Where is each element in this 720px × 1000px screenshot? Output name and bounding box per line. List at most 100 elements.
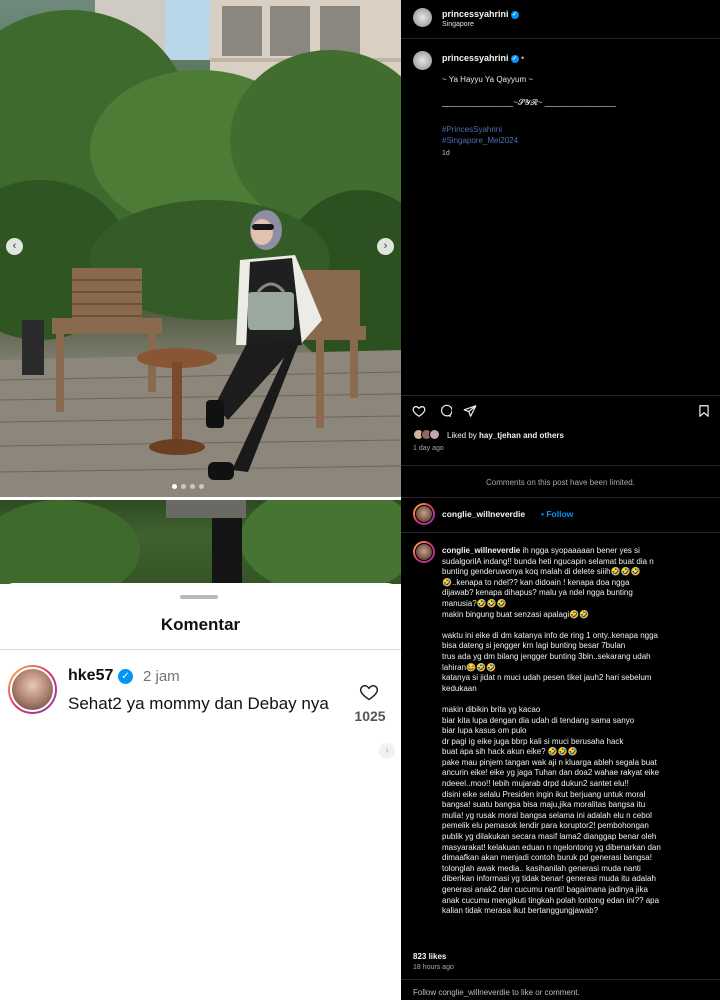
comment-icon[interactable] xyxy=(438,404,452,418)
commenter-username[interactable]: conglie_willneverdie xyxy=(442,509,525,519)
follow-button[interactable]: • Follow xyxy=(541,509,573,519)
heart-icon[interactable] xyxy=(359,682,379,702)
previous-photo-button[interactable]: ‹ xyxy=(6,238,23,255)
comment-username[interactable]: hke57 xyxy=(68,667,113,685)
comment-text: trus ada yg dm bilang jengger bunting 3b… xyxy=(442,651,651,661)
comment-text: publik yg dilakukan secara masif lama2 d… xyxy=(442,832,657,842)
chevron-right-icon[interactable]: › xyxy=(379,743,395,759)
divider xyxy=(401,395,720,396)
comment-line: waktu ini eike di dm katanya info de rin… xyxy=(442,631,712,642)
comment-text: biar kita lupa dengan dia udah di tendan… xyxy=(442,715,635,725)
follow-to-comment-prompt[interactable]: Follow conglie_willneverdie to like or c… xyxy=(413,988,580,997)
chevron-right-icon: › xyxy=(383,240,388,252)
divider xyxy=(401,497,720,498)
comment-line: dijawab? kenapa dihapus? malu ya ndel ng… xyxy=(442,588,712,599)
liked-by-text[interactable]: Liked by hay_tjehan and others xyxy=(447,431,564,440)
caption-username[interactable]: princessyahrini ✓ • xyxy=(442,53,524,63)
comment-line: manusia?🤣🤣🤣 xyxy=(442,599,712,610)
carousel-dot xyxy=(190,484,195,489)
caption-line: ~ Ya Hayyu Ya Qayyum ~ xyxy=(442,75,534,84)
comment-line: tolonglah awak media.. kasihanilah gener… xyxy=(442,864,712,875)
hashtag-link[interactable]: #Singapore_Mei2024 xyxy=(442,136,518,145)
follow-label[interactable]: Follow xyxy=(546,509,573,519)
separator-dot: • xyxy=(521,53,525,63)
avatar[interactable] xyxy=(413,541,435,563)
comment-body: conglie_willneverdie ih ngga syopaaaaan … xyxy=(442,546,712,917)
comment-text: biar lupa kasus om pulo xyxy=(442,726,527,736)
post-detail-panel: princessyahrini ✓ Singapore princessyahri… xyxy=(401,0,720,1000)
caption-age: 1d xyxy=(442,150,450,157)
comment-like-count: 1025 xyxy=(354,708,386,724)
avatar[interactable] xyxy=(413,503,435,525)
comment-text: manusia?🤣🤣🤣 xyxy=(442,598,507,608)
comment-gap xyxy=(442,694,712,705)
username-text[interactable]: princessyahrini xyxy=(442,9,509,19)
avatar[interactable] xyxy=(8,665,57,714)
separator-dot: • xyxy=(541,509,544,519)
comment-line: biar kita lupa dengan dia udah di tendan… xyxy=(442,716,712,727)
comment-text: dimaafkan akan menjadi contoh buruk pd g… xyxy=(442,853,652,863)
post-photo[interactable]: ‹ › xyxy=(0,0,401,497)
comment-text: dijawab? kenapa dihapus? malu ya ndel ng… xyxy=(442,588,633,598)
comment-line: conglie_willneverdie ih ngga syopaaaaan … xyxy=(442,546,712,557)
comment-line: biar lupa kasus om pulo xyxy=(442,726,712,737)
comment-age: 18 hours ago xyxy=(413,964,454,971)
comment-text: katanya si jidat n muci udah pesen tiket… xyxy=(442,673,652,683)
photo-scene xyxy=(0,0,401,497)
comment-username[interactable]: conglie_willneverdie xyxy=(442,546,520,555)
sheet-drag-handle[interactable] xyxy=(180,595,218,599)
liked-by-suffix[interactable]: and others xyxy=(523,431,564,440)
comment-line: pake mau pinjem tangan wak aji n kluarga… xyxy=(442,758,712,769)
comment-gap xyxy=(442,620,712,631)
comment-line: bunting genderuwonya koq malah di delete… xyxy=(442,567,712,578)
comment-text: ndeeel..moo!! lebih mujarab drpd dukun2 … xyxy=(442,779,629,789)
comment-line: publik yg dilakukan secara masif lama2 d… xyxy=(442,832,712,843)
comment-line: bangsa! suatu bangsa bisa maju,jika mora… xyxy=(442,800,712,811)
comment-text: sudalgorilA indang!! bunda heti ngucapin… xyxy=(442,556,654,566)
comment-line: trus ada yg dm bilang jengger bunting 3b… xyxy=(442,652,712,663)
avatar[interactable] xyxy=(413,51,432,70)
comment-text: waktu ini eike di dm katanya info de rin… xyxy=(442,630,658,640)
verified-icon: ✓ xyxy=(510,10,519,19)
liked-by-user[interactable]: hay_tjehan xyxy=(479,431,521,440)
share-icon[interactable] xyxy=(463,404,477,418)
heart-icon[interactable] xyxy=(412,404,426,418)
post-location[interactable]: Singapore xyxy=(442,21,474,28)
comment-line: ndeeel..moo!! lebih mujarab drpd dukun2 … xyxy=(442,779,712,790)
comments-sheet: Komentar hke57 ✓ 2 jam Sehat2 ya mommy d… xyxy=(0,583,401,1000)
comment-line: sudalgorilA indang!! bunda heti ngucapin… xyxy=(442,557,712,568)
comment-line: mulia! yg rusak moral bangsa selama ini … xyxy=(442,811,712,822)
liked-by-prefix: Liked by xyxy=(447,431,477,440)
comment-line: anak cucumu mengikuti tingkah polah lont… xyxy=(442,896,712,907)
post-author-username[interactable]: princessyahrini ✓ xyxy=(442,9,519,19)
divider xyxy=(401,979,720,980)
bookmark-icon[interactable] xyxy=(697,404,711,418)
comment-text: diberikan informasi yg tidak benar! gene… xyxy=(442,874,656,884)
comment-line: generasi anak2 dan cucumu nanti! bagaima… xyxy=(442,885,712,896)
comment-line: 🤣..kenapa to ndel?? kan didoain ! kenapa… xyxy=(442,578,712,589)
second-photo-preview xyxy=(0,500,401,584)
like-count[interactable]: 823 likes xyxy=(413,952,446,961)
comment-line: makin bingung buat senzasi apalagi🤣🤣 xyxy=(442,610,712,621)
comment-line: makin dibikin brita yg kacao xyxy=(442,705,712,716)
next-photo-button[interactable]: › xyxy=(377,238,394,255)
comment-text: makin dibikin brita yg kacao xyxy=(442,704,541,714)
comment-text: ancurin eike! eike yg jaga Tuhan dan doa… xyxy=(442,768,660,778)
comment-text: tolonglah awak media.. kasihanilah gener… xyxy=(442,863,641,873)
avatar[interactable] xyxy=(429,429,440,440)
sheet-title: Komentar xyxy=(160,615,241,634)
comment-text: disini eike selalu Presiden ingin ikut b… xyxy=(442,789,646,799)
hashtag-link[interactable]: #PrincesSyahrini xyxy=(442,125,502,134)
carousel-dot xyxy=(199,484,204,489)
username-text[interactable]: princessyahrini xyxy=(442,53,509,63)
divider xyxy=(401,532,720,533)
avatar[interactable] xyxy=(413,8,432,27)
comment-text: kedukaan xyxy=(442,683,477,693)
comment-line: dimaafkan akan menjadi contoh buruk pd g… xyxy=(442,853,712,864)
comment-line: masyarakat! kelakuan eduan n ngelontong … xyxy=(442,843,712,854)
comment-line: buat apa sih hack akun eike? 🤣🤣🤣 xyxy=(442,747,712,758)
comments-limited-notice: Comments on this post have been limited. xyxy=(486,478,635,487)
chevron-left-icon: ‹ xyxy=(12,240,17,252)
comment-text: anak cucumu mengikuti tingkah polah lont… xyxy=(442,895,660,905)
comment-text: ih ngga syopaaaaan bener yes si xyxy=(522,546,640,555)
